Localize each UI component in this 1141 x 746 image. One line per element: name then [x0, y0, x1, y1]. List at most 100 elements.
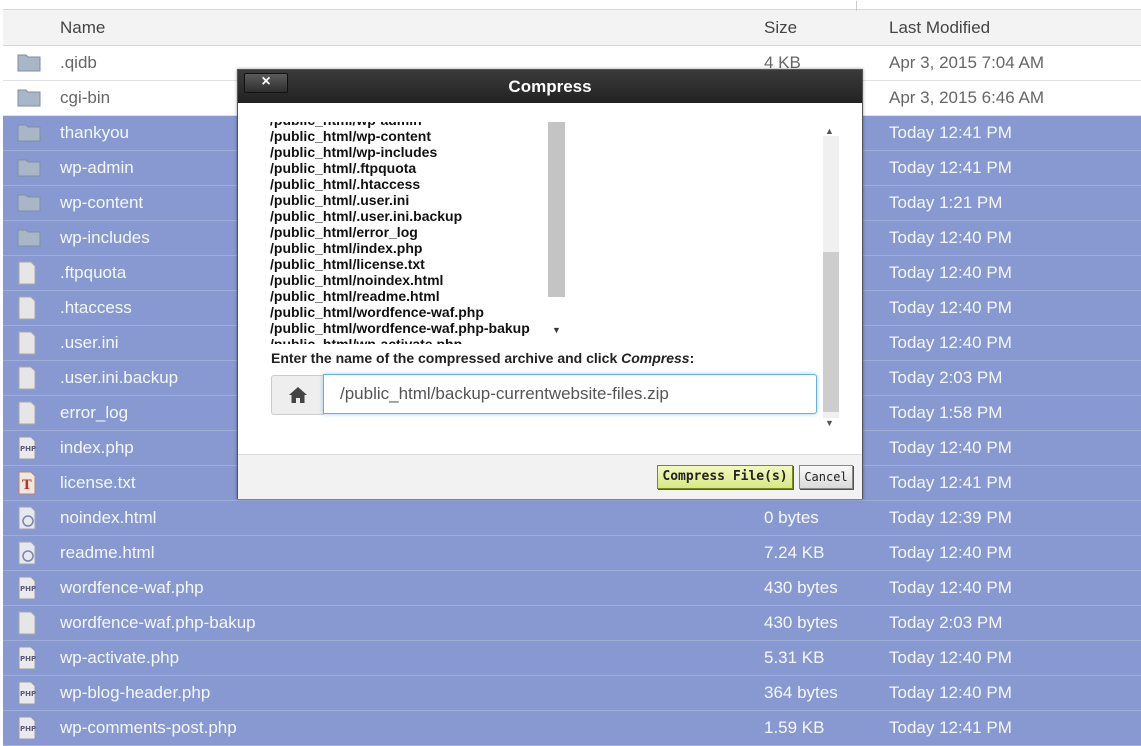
file-list: /public_html/wp-admin/public_html/wp-con… [270, 122, 530, 344]
scroll-down-arrow-icon[interactable]: ▼ [552, 325, 561, 335]
svg-text:PHP: PHP [20, 655, 36, 663]
file-icon [17, 366, 41, 390]
file-name: .ftpquota [60, 263, 127, 282]
svg-text:PHP: PHP [20, 690, 36, 698]
text-file-icon: T [17, 471, 41, 495]
column-header-size[interactable]: Size [764, 18, 797, 38]
file-name: error_log [60, 403, 129, 422]
file-size: 364 bytes [764, 683, 838, 702]
table-row[interactable]: PHP wp-comments-post.php 1.59 KB Today 12:4… [3, 711, 1141, 746]
file-icon [17, 331, 41, 355]
file-icon [17, 261, 41, 285]
file-last-modified: Apr 3, 2015 6:46 AM [889, 88, 1044, 107]
file-last-modified: Today 12:41 PM [889, 718, 1012, 737]
file-size: 5.31 KB [764, 648, 825, 667]
list-item: /public_html/wp-content [270, 128, 431, 144]
file-last-modified: Today 12:40 PM [889, 298, 1012, 317]
file-last-modified: Today 12:40 PM [889, 543, 1012, 562]
file-name: wp-comments-post.php [60, 718, 237, 737]
table-row[interactable]: readme.html 7.24 KB Today 12:40 PM [3, 536, 1141, 571]
file-size: 0 bytes [764, 508, 819, 527]
dialog-footer: Compress File(s) Cancel [238, 454, 862, 499]
list-item: /public_html/.htaccess [270, 176, 421, 192]
folder-icon [17, 156, 41, 180]
svg-text:T: T [22, 478, 32, 493]
file-last-modified: Today 2:03 PM [889, 368, 1003, 387]
html-file-icon [17, 541, 41, 565]
file-last-modified: Today 2:03 PM [889, 613, 1003, 632]
table-row[interactable]: PHP wp-activate.php 5.31 KB Today 12:40 PM [3, 641, 1141, 676]
file-name: index.php [60, 438, 134, 457]
file-last-modified: Today 12:40 PM [889, 263, 1012, 282]
file-name: readme.html [60, 543, 155, 562]
list-item: /public_html/.user.ini [270, 192, 410, 208]
dialog-title-bar: × Compress [238, 70, 862, 103]
scroll-down-arrow-icon[interactable]: ▼ [825, 418, 834, 428]
list-item: /public_html/index.php [270, 240, 423, 256]
file-list-scrollbar[interactable]: ▼ [548, 122, 566, 344]
file-size: 430 bytes [764, 613, 838, 632]
scroll-up-arrow-icon[interactable]: ▲ [825, 126, 834, 136]
list-item: /public_html/wp-activate.php [270, 336, 463, 344]
compress-files-button[interactable]: Compress File(s) [657, 465, 793, 489]
list-item: /public_html/wordfence-waf.php-bakup [270, 320, 530, 336]
folder-icon [17, 121, 41, 145]
home-addon [271, 375, 324, 415]
table-row[interactable]: noindex.html 0 bytes Today 12:39 PM [3, 501, 1141, 536]
html-file-icon [17, 506, 41, 530]
file-icon [17, 401, 41, 425]
file-name: wp-includes [60, 228, 150, 247]
file-last-modified: Today 12:40 PM [889, 438, 1012, 457]
file-name: cgi-bin [60, 88, 111, 107]
file-last-modified: Today 12:41 PM [889, 158, 1012, 177]
table-header: Name Size Last Modified [3, 1, 1141, 46]
file-name: wp-admin [60, 158, 134, 177]
list-item: /public_html/.ftpquota [270, 160, 417, 176]
close-button[interactable]: × [244, 73, 288, 93]
file-last-modified: Today 12:40 PM [889, 648, 1012, 667]
dialog-scroll-thumb[interactable] [823, 252, 839, 412]
column-header-last-modified[interactable]: Last Modified [889, 18, 990, 38]
file-name: wp-blog-header.php [60, 683, 211, 702]
file-name: wordfence-waf.php-bakup [60, 613, 256, 632]
list-item: /public_html/wordfence-waf.php [270, 304, 484, 320]
svg-text:PHP: PHP [20, 725, 36, 733]
list-item: /public_html/license.txt [270, 256, 425, 272]
file-last-modified: Today 12:40 PM [889, 333, 1012, 352]
table-row[interactable]: PHP wordfence-waf.php 430 bytes Today 12:40… [3, 571, 1141, 606]
file-last-modified: Today 12:40 PM [889, 228, 1012, 247]
file-list-scroll-thumb[interactable] [548, 122, 565, 297]
svg-text:PHP: PHP [20, 585, 36, 593]
file-name: wordfence-waf.php [60, 578, 204, 597]
folder-icon [17, 226, 41, 250]
file-name: noindex.html [60, 508, 157, 527]
php-file-icon: PHP [17, 576, 41, 600]
file-size: 1.59 KB [764, 718, 825, 737]
archive-name-input[interactable] [323, 374, 817, 414]
file-name: .qidb [60, 53, 97, 72]
prompt-text: Enter the name of the compressed archive… [271, 350, 622, 366]
table-row[interactable]: wordfence-waf.php-bakup 430 bytes Today 2:… [3, 606, 1141, 641]
file-last-modified: Today 1:21 PM [889, 193, 1003, 212]
file-last-modified: Apr 3, 2015 7:04 AM [889, 53, 1044, 72]
file-last-modified: Today 1:58 PM [889, 403, 1003, 422]
file-name: .htaccess [60, 298, 132, 317]
dialog-scrollbar[interactable]: ▲ ▼ [821, 122, 839, 432]
cancel-button[interactable]: Cancel [799, 465, 853, 489]
table-row[interactable]: PHP wp-blog-header.php 364 bytes Today 12:4… [3, 676, 1141, 711]
file-name: license.txt [60, 473, 136, 492]
list-item: /public_html/error_log [270, 224, 418, 240]
file-list-box[interactable]: /public_html/wp-admin/public_html/wp-con… [270, 122, 566, 344]
file-name: wp-content [60, 193, 144, 212]
list-item: /public_html/readme.html [270, 288, 440, 304]
prompt-emphasis: Compress [621, 350, 690, 366]
folder-icon [17, 191, 41, 215]
file-last-modified: Today 12:41 PM [889, 473, 1012, 492]
dialog-title: Compress [508, 77, 592, 96]
column-header-name[interactable]: Name [60, 18, 105, 38]
file-size: 430 bytes [764, 578, 838, 597]
php-file-icon: PHP [17, 646, 41, 670]
svg-text:PHP: PHP [20, 445, 36, 453]
home-icon [289, 387, 307, 403]
folder-icon [17, 86, 41, 110]
